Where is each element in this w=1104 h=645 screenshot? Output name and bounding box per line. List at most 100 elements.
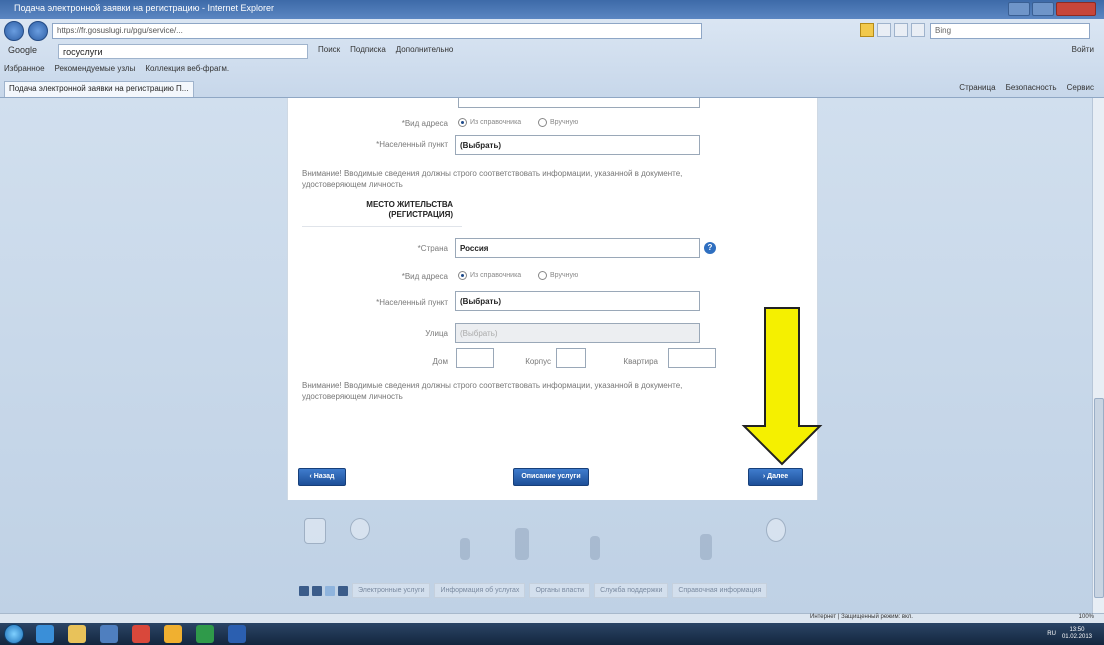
chrome-icon[interactable] [132,625,150,643]
stop-icon[interactable] [911,23,925,37]
google-label: Google [8,45,38,55]
app-icon[interactable] [100,625,118,643]
login-link[interactable]: Войти [1072,45,1094,54]
back-nav-icon[interactable] [4,21,24,41]
clock[interactable]: 13:50 01.02.2013 [1062,627,1092,641]
social-icons [299,586,348,596]
building-label: Корпус [525,357,551,366]
radio-dot[interactable] [538,271,547,280]
google-toolbar: Google госуслуги Поиск Подписка Дополнит… [0,42,1104,62]
window-titlebar: Подача электронной заявки на регистрацию… [0,0,1104,19]
house-label: Дом [432,357,448,366]
section-title: МЕСТО ЖИТЕЛЬСТВА (РЕГИСТРАЦИЯ) [366,200,453,219]
next-button[interactable]: › Далее [748,468,803,486]
toolbar-subscribe-button[interactable]: Подписка [350,45,386,54]
house-input[interactable] [456,348,494,368]
start-button[interactable] [4,624,24,644]
clock-date: 01.02.2013 [1061,634,1092,640]
service-description-button[interactable]: Описание услуги [513,468,589,486]
bing-search-box[interactable]: Bing [930,23,1090,39]
street-label: Улица [425,329,448,338]
social-icon[interactable] [299,586,309,596]
social-icon[interactable] [312,586,322,596]
maximize-button[interactable] [1032,2,1054,16]
page-viewport: *Вид адреса Из справочника Вручную *Насе… [0,98,1104,613]
people-silhouette-icon [460,538,470,560]
favorites-list: Избранное Рекомендуемые узлы Коллекция в… [4,64,229,73]
locality-select[interactable]: (Выбрать) [455,135,700,155]
rostelecom-logo-icon [766,518,786,542]
partial-top-field[interactable] [458,98,700,108]
footer-link[interactable]: Органы власти [529,583,591,598]
compat-icon[interactable] [877,23,891,37]
status-bar: Интернет | Защищенный режим: вкл. 100% [0,613,1104,623]
warning-note: Внимание! Вводимые сведения должны строг… [302,169,683,189]
footer-link[interactable]: Информация об услугах [434,583,526,598]
scrollbar-thumb[interactable] [1094,398,1104,598]
close-button[interactable] [1056,2,1096,16]
toolbar-search-button[interactable]: Поиск [318,45,340,54]
lock-icon[interactable] [860,23,874,37]
address-row: https://fr.gosuslugi.ru/pgu/service/... … [0,20,1104,42]
favorites-item[interactable]: Коллекция веб-фрагм. [145,64,229,73]
app-icon[interactable] [164,625,182,643]
ie-icon[interactable] [36,625,54,643]
page-scrollbar[interactable] [1092,98,1104,613]
taskbar: RU 13:50 01.02.2013 [0,623,1104,645]
favorites-bar: Избранное Рекомендуемые узлы Коллекция в… [0,62,1104,80]
taskbar-apps [36,625,246,643]
building-input[interactable] [556,348,586,368]
radio-manual[interactable]: Вручную [538,271,578,280]
favorites-item[interactable]: Рекомендуемые узлы [55,64,136,73]
apartment-input[interactable] [668,348,716,368]
people-silhouette-icon [700,534,712,560]
radio-dot-selected[interactable] [458,118,467,127]
footer-link[interactable]: Электронные услуги [352,583,431,598]
back-button[interactable]: ‹ Назад [298,468,346,486]
minimize-button[interactable] [1008,2,1030,16]
command-bar: Страница Безопасность Сервис [959,83,1094,92]
street-select[interactable]: (Выбрать) [455,323,700,343]
command-page[interactable]: Страница [959,83,995,92]
zoom-level[interactable]: 100% [1079,614,1094,620]
forward-nav-icon[interactable] [28,21,48,41]
apartment-label: Квартира [623,357,658,366]
warning-note: Внимание! Вводимые сведения должны строг… [302,381,683,401]
word-icon[interactable] [228,625,246,643]
emblem-icon [304,518,326,544]
ministry-logo-icon [350,518,370,540]
address-type-label: *Вид адреса [401,119,448,128]
radio-manual-label: Вручную [550,272,579,279]
security-zone: Интернет | Защищенный режим: вкл. [810,614,913,620]
radio-from-list[interactable]: Из справочника [458,271,521,280]
footer-link[interactable]: Справочная информация [672,583,768,598]
language-indicator[interactable]: RU [1047,631,1056,637]
radio-from-list-label: Из справочника [470,119,522,126]
tab-active[interactable]: Подача электронной заявки на регистрацию… [4,81,194,97]
explorer-icon[interactable] [68,625,86,643]
radio-dot[interactable] [538,118,547,127]
country-select[interactable]: Россия [455,238,700,258]
favorites-button[interactable]: Избранное [4,64,45,73]
social-icon[interactable] [338,586,348,596]
address-type-label: *Вид адреса [401,272,448,281]
radio-from-list[interactable]: Из справочника [458,118,521,127]
radio-from-list-label: Из справочника [470,272,522,279]
excel-icon[interactable] [196,625,214,643]
command-security[interactable]: Безопасность [1006,83,1057,92]
form-card: *Вид адреса Из справочника Вручную *Насе… [287,98,818,500]
radio-dot-selected[interactable] [458,271,467,280]
command-tools[interactable]: Сервис [1067,83,1094,92]
footer-link[interactable]: Служба поддержки [594,583,669,598]
tab-row: Подача электронной заявки на регистрацию… [0,80,1104,98]
people-silhouette-icon [515,528,529,560]
locality-select[interactable]: (Выбрать) [455,291,700,311]
radio-manual[interactable]: Вручную [538,118,578,127]
toolbar-more-button[interactable]: Дополнительно [396,45,454,54]
info-icon[interactable]: ? [704,242,716,254]
refresh-icon[interactable] [894,23,908,37]
address-bar[interactable]: https://fr.gosuslugi.ru/pgu/service/... [52,23,702,39]
browser-chrome: Подача электронной заявки на регистрацию… [0,0,1104,98]
google-search-input[interactable]: госуслуги [58,44,308,59]
social-icon[interactable] [325,586,335,596]
